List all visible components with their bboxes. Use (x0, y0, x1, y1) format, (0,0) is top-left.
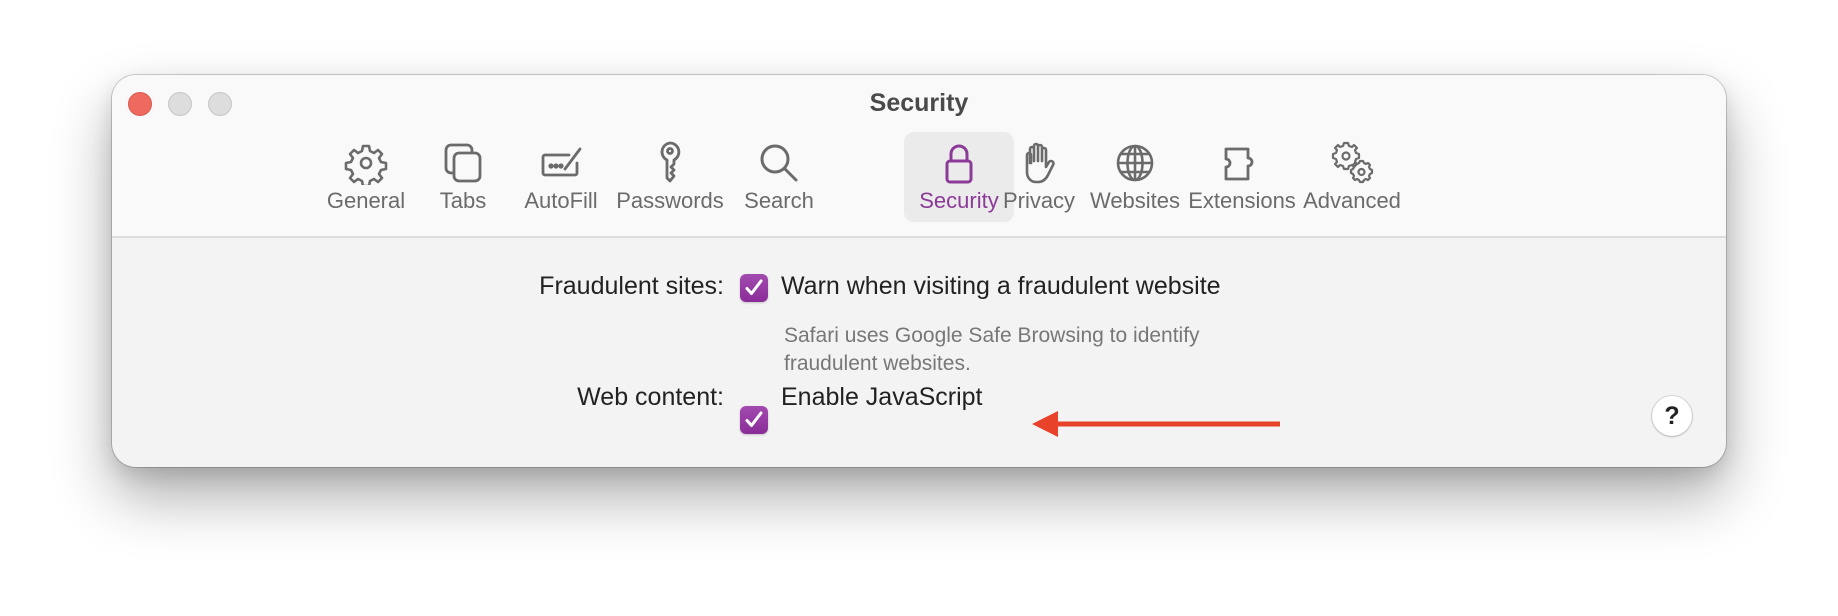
fraudulent-sites-label: Fraudulent sites: (539, 272, 724, 300)
gear-icon (344, 141, 388, 188)
enable-javascript-option[interactable]: Enable JavaScript (781, 383, 983, 412)
settings-content: Fraudulent sites: Warn when visiting a f… (112, 238, 1726, 467)
web-content-label: Web content: (577, 383, 724, 411)
search-icon (757, 141, 801, 185)
tabs-icon (441, 141, 485, 185)
help-button[interactable]: ? (1652, 396, 1692, 436)
tab-advanced[interactable]: Advanced (1297, 132, 1407, 222)
tab-search[interactable]: Search (724, 132, 834, 222)
hand-icon (1017, 141, 1061, 185)
titlebar: Security General Tabs AutoFill Passwords… (112, 75, 1726, 238)
annotation-arrow-icon (1032, 411, 1280, 437)
autofill-icon (539, 141, 583, 185)
safari-settings-window: Security General Tabs AutoFill Passwords… (112, 75, 1726, 467)
checkmark-icon (745, 279, 763, 295)
puzzle-icon (1220, 141, 1264, 185)
enable-javascript-checkbox[interactable] (740, 406, 768, 434)
key-icon (648, 141, 692, 185)
tab-label: Advanced (1303, 188, 1401, 213)
warn-fraudulent-checkbox[interactable] (740, 274, 768, 302)
lock-icon (937, 141, 981, 185)
tab-label: Search (744, 188, 814, 213)
gears-icon (1330, 141, 1374, 185)
warn-fraudulent-option[interactable]: Warn when visiting a fraudulent website (781, 272, 1221, 301)
globe-icon (1113, 141, 1157, 185)
safe-browsing-description: Safari uses Google Safe Browsing to iden… (784, 324, 1200, 375)
checkmark-icon (745, 411, 763, 427)
window-title: Security (869, 89, 969, 117)
